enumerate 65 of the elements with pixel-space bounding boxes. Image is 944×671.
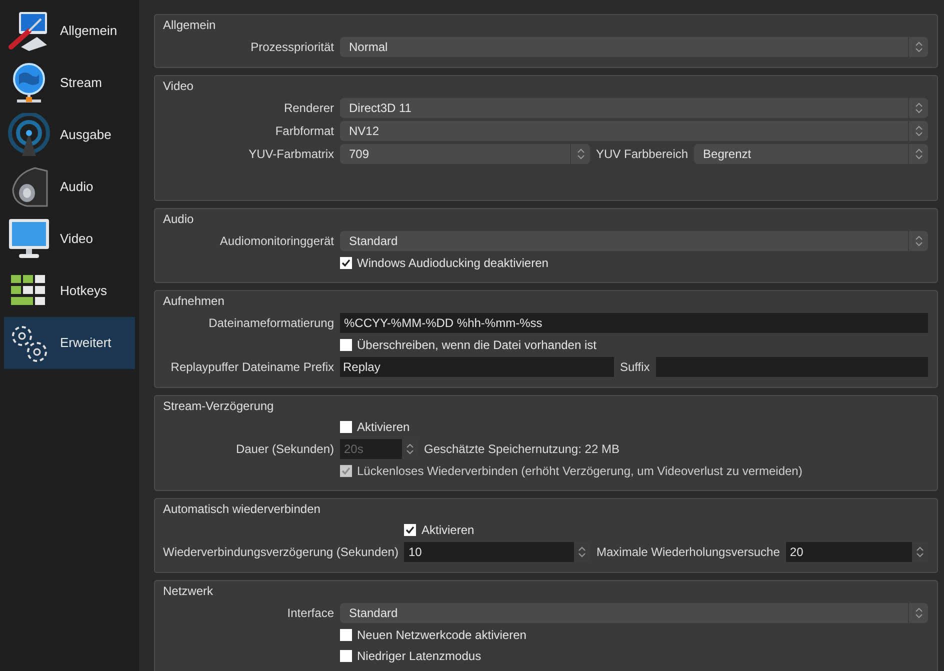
group-title: Automatisch wiederverbinden	[163, 501, 322, 518]
checkbox[interactable]	[404, 524, 416, 536]
field-label: Farbformat	[274, 123, 334, 140]
sidebar-item[interactable]: Stream	[4, 57, 135, 109]
field-label: Renderer	[282, 100, 334, 117]
sidebar-item[interactable]: Ausgabe	[4, 109, 135, 161]
checkbox-label: Neuen Netzwerkcode aktivieren	[357, 627, 526, 644]
group-title: Netzwerk	[163, 583, 214, 600]
text-field[interactable]: %CCYY-%MM-%DD %hh-%mm-%ss	[340, 313, 928, 333]
checkbox[interactable]	[340, 257, 352, 269]
sidebar-item[interactable]: Erweitert	[4, 317, 135, 369]
checkbox-label: Niedriger Latenzmodus	[357, 648, 482, 665]
antenna-signal-icon	[7, 113, 51, 157]
checkbox-label: Aktivieren	[421, 522, 474, 539]
up-down-arrows-icon	[576, 148, 584, 160]
dropdown[interactable]: 709	[340, 144, 590, 164]
up-down-arrows-icon	[914, 235, 922, 247]
field-label: YUV Farbbereich	[596, 146, 688, 163]
group-title: Audio	[163, 211, 195, 228]
text-field[interactable]	[656, 357, 928, 377]
field-label: Interface	[286, 605, 334, 622]
checkbox[interactable]	[340, 650, 352, 662]
checkbox[interactable]	[340, 339, 352, 351]
up-down-arrows-icon	[914, 148, 922, 160]
up-down-arrows-icon	[406, 443, 414, 455]
group-title: Video	[163, 78, 194, 95]
checkbox-label: Windows Audioducking deaktivieren	[357, 255, 548, 272]
field-label: Replaypuffer Dateiname Prefix	[170, 359, 334, 376]
field-label: Audiomonitoringgerät	[218, 233, 334, 250]
field-label: Dateinameformatierung	[208, 315, 334, 332]
field-label: YUV-Farbmatrix	[248, 146, 334, 163]
sidebar-item[interactable]: Allgemein	[4, 5, 135, 57]
dropdown[interactable]: Direct3D 11	[340, 98, 928, 118]
sidebar-item[interactable]: Audio	[4, 161, 135, 213]
sidebar-item[interactable]: Video	[4, 213, 135, 265]
dropdown[interactable]: Normal	[340, 37, 928, 57]
monitor-icon	[7, 217, 51, 261]
checkbox[interactable]	[340, 629, 352, 641]
up-down-arrows-icon	[916, 546, 924, 558]
spin-box[interactable]: 20	[786, 542, 928, 562]
up-down-arrows-icon	[914, 125, 922, 137]
text-field[interactable]: Replay	[340, 357, 614, 377]
up-down-arrows-icon	[914, 41, 922, 53]
group-title: Aufnehmen	[163, 293, 226, 310]
memory-usage-note: Geschätzte Speichernutzung: 22 MB	[424, 441, 620, 458]
field-label: Dauer (Sekunden)	[234, 441, 334, 458]
field-label: Wiederverbindungsverzögerung (Sekunden)	[163, 544, 398, 561]
up-down-arrows-icon	[914, 607, 922, 619]
up-down-arrows-icon	[914, 102, 922, 114]
dropdown[interactable]: NV12	[340, 121, 928, 141]
field-label: Prozesspriorität	[250, 39, 334, 56]
sidebar-item[interactable]: Hotkeys	[4, 265, 135, 317]
checkbox[interactable]	[340, 421, 352, 433]
dropdown[interactable]: Standard	[340, 603, 928, 623]
up-down-arrows-icon	[578, 546, 586, 558]
field-label: Maximale Wiederholungsversuche	[596, 544, 780, 561]
spin-box[interactable]: 10	[404, 542, 590, 562]
checkbox-label: Lückenloses Wiederverbinden (erhöht Verzögerung, um Videoverlust zu vermeiden)	[357, 463, 802, 480]
dropdown[interactable]: Standard	[340, 231, 928, 251]
group-title: Stream-Verzögerung	[163, 398, 275, 415]
dropdown[interactable]: Begrenzt	[694, 144, 928, 164]
checkbox-label: Aktivieren	[357, 419, 410, 436]
group-title: Allgemein	[163, 17, 217, 34]
checkbox-label: Überschreiben, wenn die Datei vorhanden ist	[357, 337, 596, 354]
field-label: Suffix	[620, 359, 650, 376]
